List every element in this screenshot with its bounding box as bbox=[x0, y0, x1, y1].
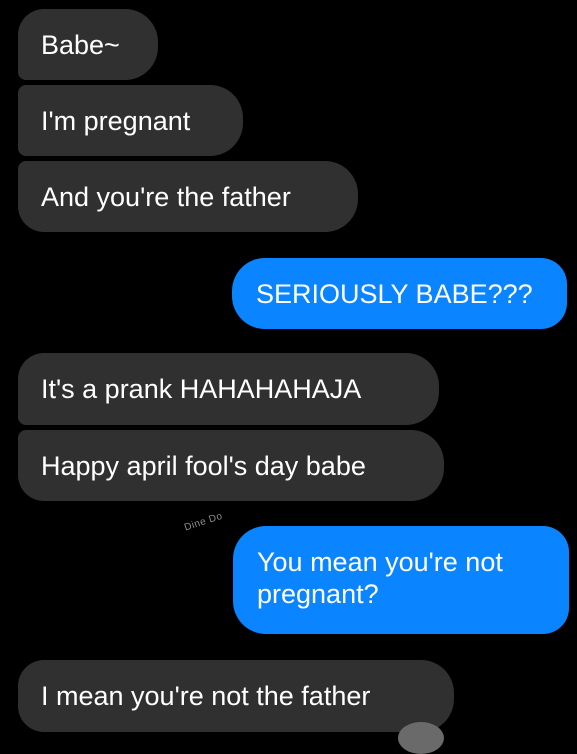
sent-message[interactable]: SERIOUSLY BABE??? bbox=[232, 258, 567, 329]
received-message[interactable]: It's a prank HAHAHAHAJA bbox=[18, 353, 439, 425]
received-message[interactable]: Happy april fool's day babe bbox=[18, 430, 444, 501]
watermark-text: Dine Do bbox=[183, 510, 225, 534]
sent-message[interactable]: You mean you're not pregnant? bbox=[233, 526, 569, 634]
received-message[interactable]: I'm pregnant bbox=[18, 85, 243, 156]
received-message[interactable]: And you're the father bbox=[18, 161, 358, 232]
received-message[interactable]: Babe~ bbox=[18, 9, 158, 80]
received-message[interactable]: I mean you're not the father bbox=[18, 660, 454, 732]
avatar bbox=[398, 722, 444, 754]
